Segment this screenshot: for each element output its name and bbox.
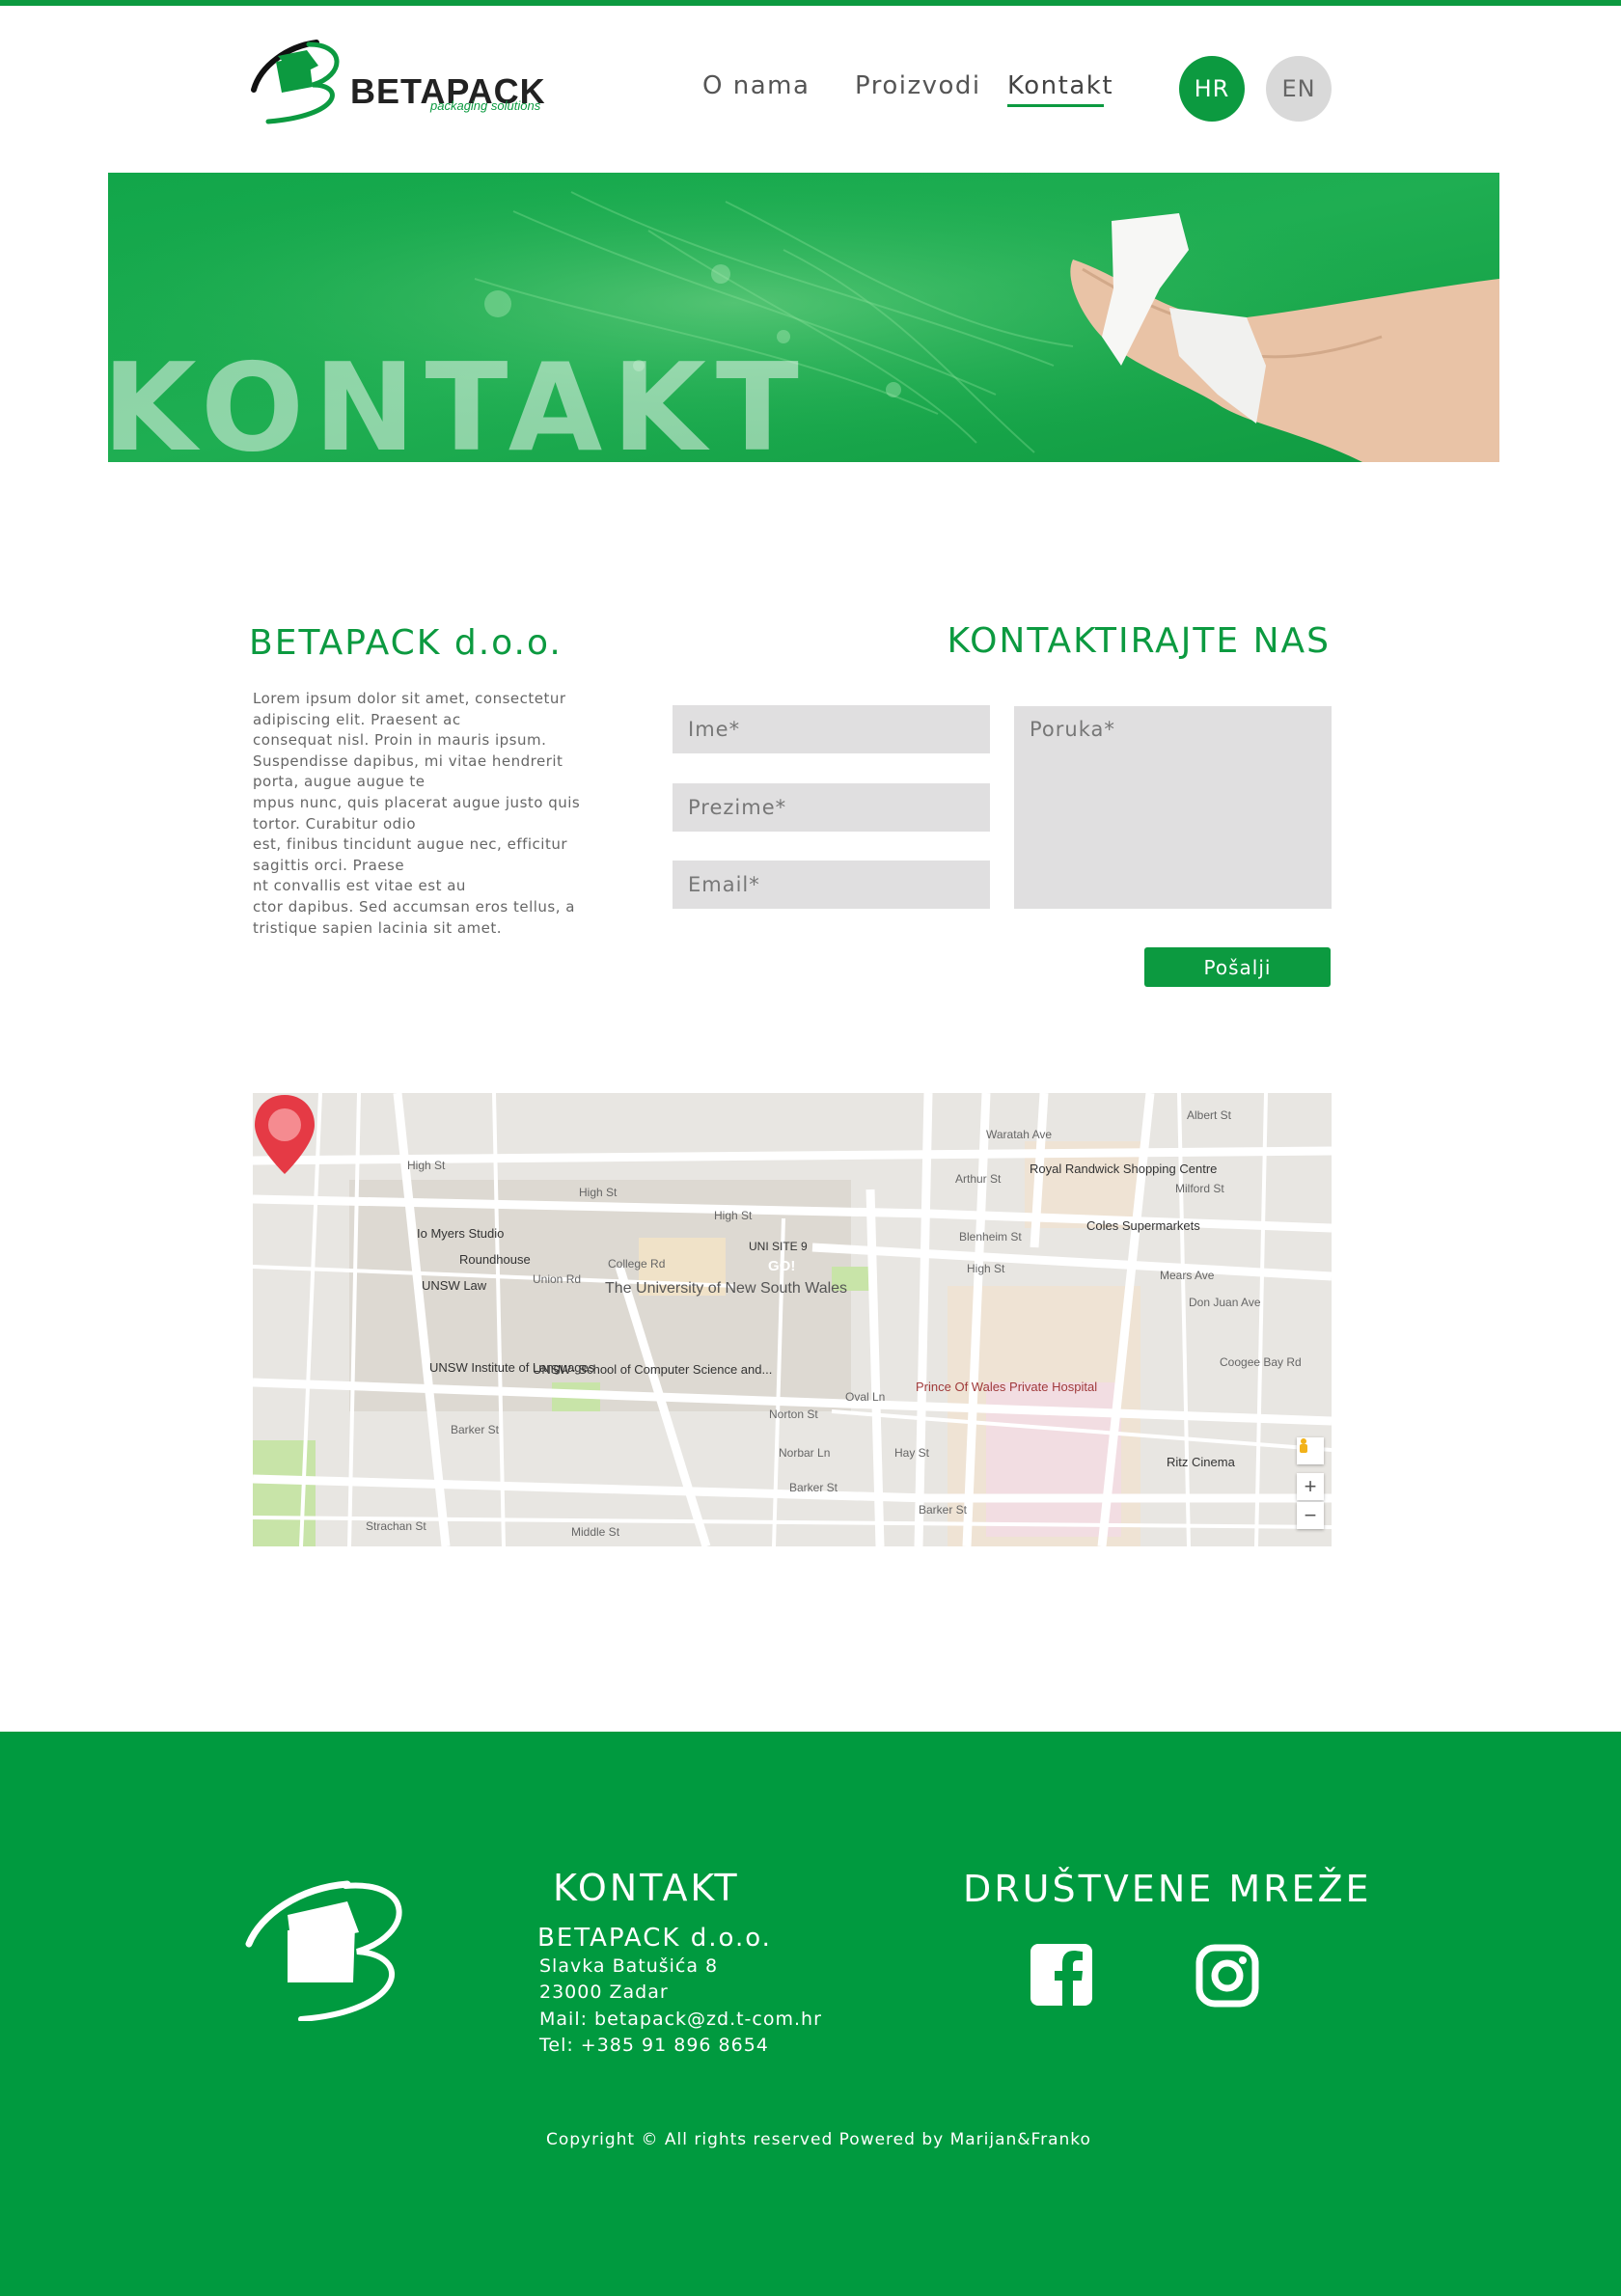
map-label-unsw-school: UNSW- School of Computer Science and... (533, 1362, 773, 1377)
footer: KONTAKT BETAPACK d.o.o. Slavka Batušića … (0, 1732, 1621, 2296)
footer-copyright: Copyright © All rights reserved Powered … (546, 2130, 1091, 2149)
map-road-hay: Hay St (894, 1446, 930, 1460)
map-label-university: The University of New South Wales (605, 1280, 848, 1297)
map-road-college: College Rd (608, 1257, 666, 1271)
footer-logo-icon (245, 1880, 402, 2021)
map-road-barker-1: Barker St (451, 1423, 500, 1436)
nav-active-underline (1007, 104, 1104, 107)
map-road-arthur: Arthur St (955, 1172, 1002, 1186)
footer-phone[interactable]: Tel: +385 91 896 8654 (539, 2035, 769, 2056)
map-road-albert: Albert St (1187, 1108, 1232, 1122)
ime-input[interactable] (673, 705, 990, 753)
map-label-roundhouse: Roundhouse (459, 1252, 531, 1267)
map-road-norbar: Norbar Ln (779, 1446, 831, 1460)
map-label-uni-site: UNI SITE 9 (749, 1240, 808, 1253)
map-road-union: Union Rd (533, 1272, 582, 1286)
footer-mail[interactable]: Mail: betapack@zd.t-com.hr (539, 2009, 822, 2030)
map-road-oval: Oval Ln (845, 1390, 886, 1404)
map-road-middle: Middle St (571, 1525, 620, 1539)
betapack-logo-mark-icon (251, 40, 340, 124)
map-label-unsw-law: UNSW Law (422, 1278, 487, 1293)
location-map[interactable]: The University of New South Wales Royal … (253, 1093, 1332, 1546)
map-zoom-in-button[interactable]: + (1297, 1473, 1324, 1500)
map-road-high-st-2: High St (579, 1186, 618, 1199)
instagram-icon[interactable] (1195, 1944, 1259, 2008)
map-road-high-st-4: High St (967, 1262, 1005, 1275)
map-road-strachan: Strachan St (366, 1519, 426, 1533)
nav-item-o-nama[interactable]: O nama (702, 71, 810, 100)
map-label-royal-randwick: Royal Randwick Shopping Centre (1030, 1162, 1218, 1176)
map-road-blenheim: Blenheim St (959, 1230, 1022, 1244)
map-road-milford: Milford St (1175, 1182, 1224, 1195)
map-zoom-out-button[interactable]: − (1297, 1502, 1324, 1529)
nav-item-kontakt[interactable]: Kontakt (1007, 71, 1113, 100)
top-accent-bar (0, 0, 1621, 6)
language-en-button[interactable]: EN (1266, 56, 1332, 122)
logo-tagline: packaging solutions (430, 98, 541, 113)
map-label-ritz: Ritz Cinema (1167, 1455, 1235, 1469)
facebook-icon[interactable] (1030, 1944, 1092, 2006)
map-label-coles: Coles Supermarkets (1086, 1218, 1200, 1233)
contact-form-title: KONTAKTIRAJTE NAS (947, 621, 1331, 661)
map-road-coogee-bay: Coogee Bay Rd (1220, 1355, 1302, 1369)
map-road-mears: Mears Ave (1160, 1269, 1215, 1282)
betapack-logo[interactable]: BETAPACK packaging solutions (249, 37, 567, 125)
location-pin-icon[interactable] (253, 1093, 316, 1176)
map-road-don-juan: Don Juan Ave (1189, 1296, 1261, 1309)
pin-label: GO! (768, 1258, 796, 1274)
footer-social-title: DRUŠTVENE MREŽE (963, 1868, 1372, 1910)
map-road-norton: Norton St (769, 1408, 818, 1421)
map-road-high-st-3: High St (714, 1209, 753, 1222)
map-road-barker-3: Barker St (919, 1503, 968, 1517)
poruka-textarea[interactable] (1014, 706, 1332, 909)
send-button[interactable]: Pošalji (1144, 947, 1331, 987)
email-input[interactable] (673, 861, 990, 909)
footer-address-city: 23000 Zadar (539, 1982, 669, 2003)
map-road-high-st-1: High St (407, 1159, 446, 1172)
map-road-barker-2: Barker St (789, 1481, 838, 1494)
footer-company-name: BETAPACK d.o.o. (537, 1924, 772, 1953)
banner-title: KONTAKT (102, 337, 809, 478)
language-hr-button[interactable]: HR (1179, 56, 1245, 122)
map-label-prince-of-wales: Prince Of Wales Private Hospital (916, 1380, 1098, 1394)
map-road-waratah: Waratah Ave (986, 1128, 1053, 1141)
street-view-pegman-icon[interactable] (1297, 1437, 1324, 1464)
company-title: BETAPACK d.o.o. (249, 623, 563, 663)
prezime-input[interactable] (673, 783, 990, 832)
nav-item-proizvodi[interactable]: Proizvodi (855, 71, 981, 100)
company-description: Lorem ipsum dolor sit amet, consectetur … (253, 690, 581, 937)
map-label-io-myers: Io Myers Studio (417, 1226, 505, 1241)
footer-kontakt-title: KONTAKT (553, 1867, 740, 1909)
footer-address-street: Slavka Batušića 8 (539, 1955, 719, 1977)
